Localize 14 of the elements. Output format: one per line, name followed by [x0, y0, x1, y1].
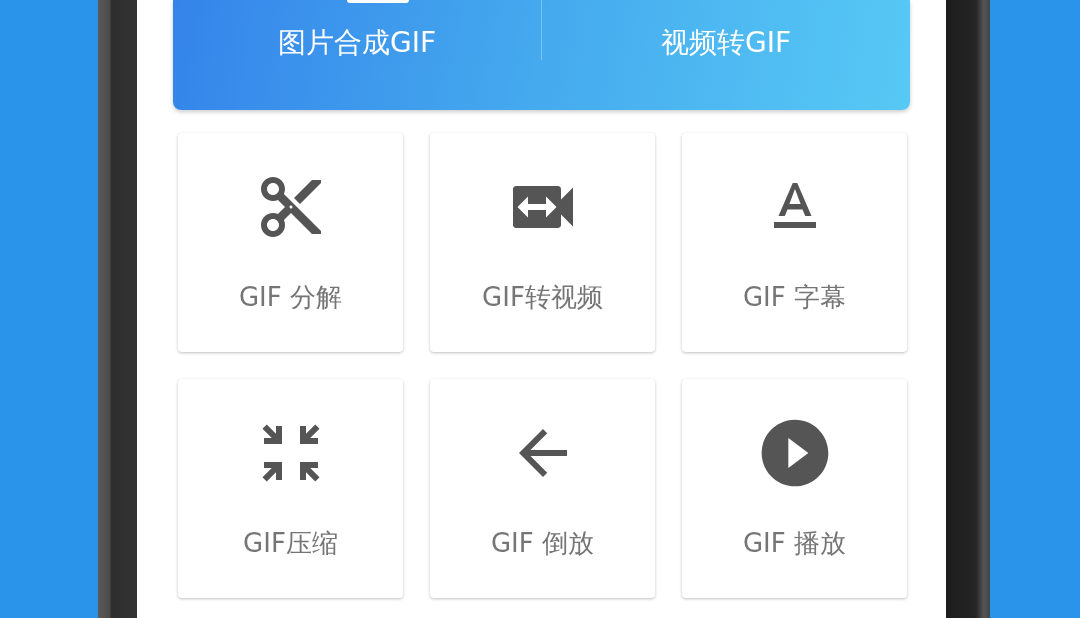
tool-label: GIF 字幕	[742, 281, 846, 314]
tool-label: GIF 播放	[742, 527, 846, 560]
tool-card[interactable]: GIF压缩	[178, 379, 403, 598]
tool-label: GIF转视频	[482, 281, 603, 314]
tool-card[interactable]: GIF 字幕	[682, 133, 907, 352]
tool-card[interactable]: GIF 分解	[178, 133, 403, 352]
tool-card[interactable]: GIF转视频	[430, 133, 655, 352]
tool-card[interactable]: GIF 播放	[682, 379, 907, 598]
tool-label: GIF压缩	[243, 527, 338, 560]
tool-label: GIF 分解	[238, 281, 342, 314]
mode-button[interactable]: 图片合成GIF	[173, 0, 541, 110]
tool-label: GIF 倒放	[490, 527, 594, 560]
tool-card[interactable]: GIF 倒放	[430, 379, 655, 598]
indicator-mark	[347, 0, 409, 3]
